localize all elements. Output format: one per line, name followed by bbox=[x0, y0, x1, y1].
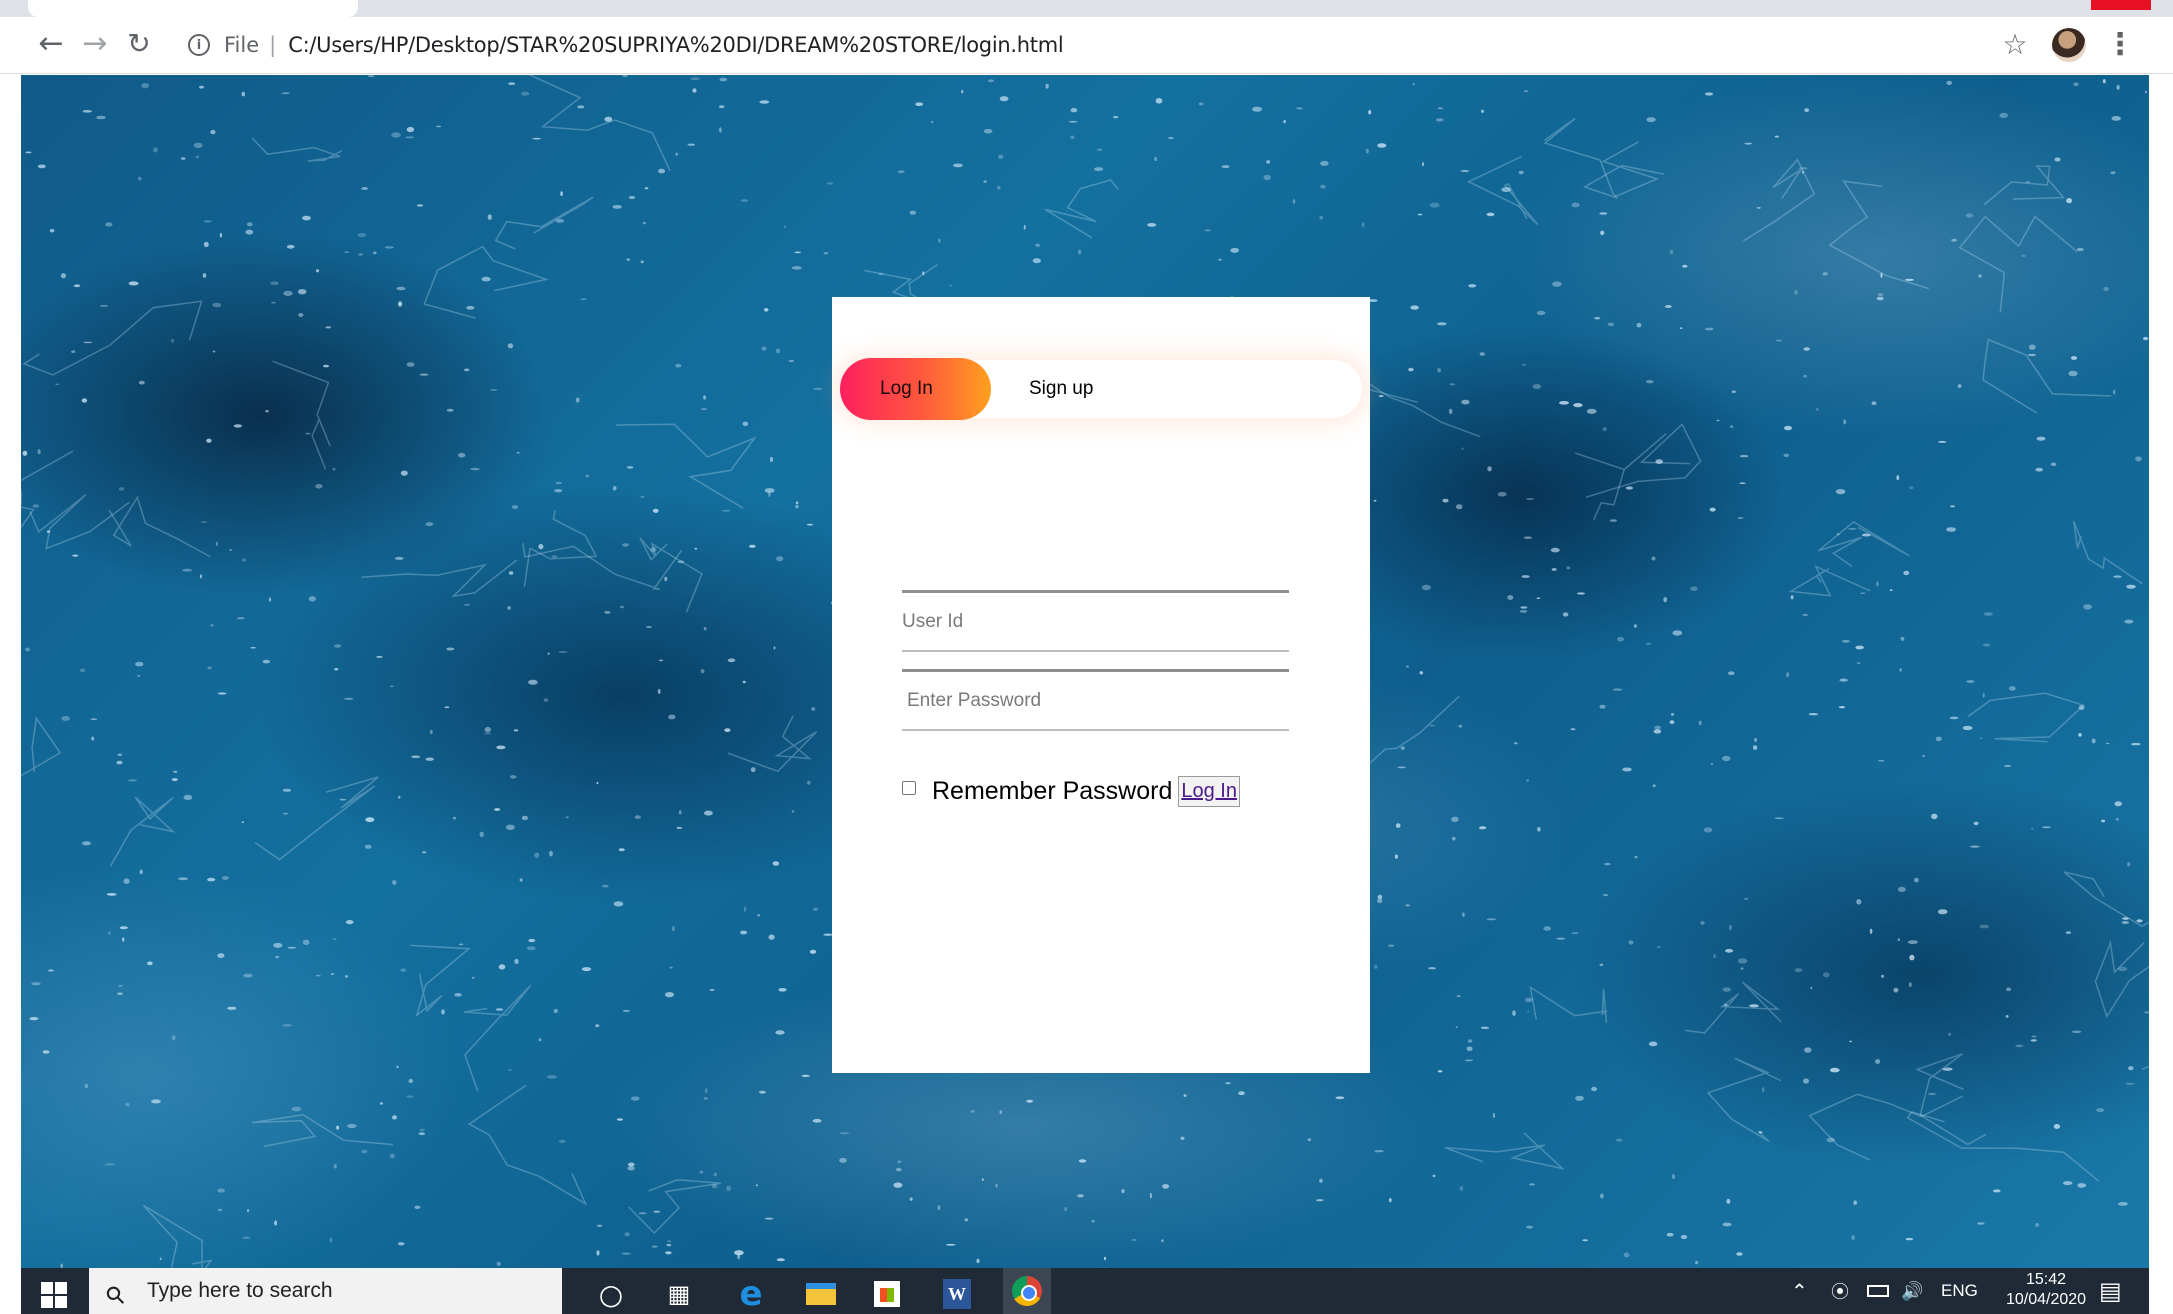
file-explorer-icon[interactable] bbox=[801, 1274, 841, 1314]
word-icon[interactable]: W bbox=[937, 1274, 977, 1314]
profile-avatar[interactable] bbox=[2052, 28, 2086, 62]
browser-menu-icon[interactable]: ⋮ bbox=[2105, 27, 2135, 62]
address-url[interactable]: C:/Users/HP/Desktop/STAR%20SUPRIYA%20DI/… bbox=[288, 33, 1063, 57]
remember-password-checkbox[interactable] bbox=[902, 781, 916, 795]
taskbar-clock[interactable]: 15:42 10/04/2020 bbox=[2006, 1270, 2086, 1314]
address-bar[interactable]: i File | C:/Users/HP/Desktop/STAR%20SUPR… bbox=[170, 24, 2050, 66]
window-close-button[interactable] bbox=[2091, 0, 2151, 10]
browser-tab-strip bbox=[0, 0, 2173, 17]
search-icon: ⚲ bbox=[99, 1279, 132, 1312]
battery-icon[interactable] bbox=[1867, 1268, 1889, 1314]
clock-time: 15:42 bbox=[2025, 1271, 2067, 1288]
address-scheme: File bbox=[224, 33, 260, 57]
cortana-icon[interactable]: ○ bbox=[591, 1274, 631, 1314]
address-separator: | bbox=[269, 33, 277, 57]
forward-icon[interactable]: → bbox=[78, 27, 112, 61]
reload-icon[interactable]: ↻ bbox=[122, 27, 156, 61]
remember-password-label: Remember Password bbox=[932, 776, 1173, 805]
windows-taskbar: ⚲ Type here to search ○ ▦ e W ⌃ ⦿ 🔊 ENG … bbox=[21, 1268, 2149, 1314]
show-hidden-icons-chevron-icon[interactable]: ⌃ bbox=[1791, 1268, 1808, 1314]
windows-start-icon[interactable] bbox=[41, 1282, 67, 1308]
login-submit-button[interactable]: Log In bbox=[1178, 775, 1240, 807]
page-background: Log In Sign up Remember Password Log In bbox=[21, 75, 2149, 1273]
volume-icon[interactable]: 🔊 bbox=[1901, 1268, 1923, 1314]
language-indicator[interactable]: ENG bbox=[1941, 1268, 1978, 1314]
user-id-input[interactable] bbox=[902, 590, 1289, 652]
wifi-icon[interactable]: ⦿ bbox=[1831, 1268, 1849, 1314]
password-input[interactable] bbox=[902, 669, 1289, 731]
notifications-icon[interactable]: ▤ bbox=[2099, 1268, 2122, 1314]
edge-icon[interactable]: e bbox=[731, 1274, 771, 1314]
login-signup-toggle: Log In Sign up bbox=[840, 358, 1362, 420]
login-card: Log In Sign up Remember Password Log In bbox=[832, 297, 1370, 1073]
clock-date: 10/04/2020 bbox=[2006, 1291, 2086, 1308]
browser-tab[interactable] bbox=[28, 0, 358, 17]
browser-toolbar: ← → ↻ i File | C:/Users/HP/Desktop/STAR%… bbox=[0, 17, 2173, 74]
info-icon[interactable]: i bbox=[188, 34, 210, 56]
back-icon[interactable]: ← bbox=[34, 27, 68, 61]
tab-login[interactable]: Log In bbox=[880, 360, 980, 418]
store-icon[interactable] bbox=[867, 1274, 907, 1314]
chrome-icon[interactable] bbox=[1003, 1268, 1051, 1314]
taskbar-search-box[interactable]: ⚲ Type here to search bbox=[89, 1268, 562, 1314]
tab-signup[interactable]: Sign up bbox=[1029, 360, 1149, 418]
remember-password-row: Remember Password Log In bbox=[902, 773, 1240, 809]
task-view-icon[interactable]: ▦ bbox=[659, 1274, 699, 1314]
taskbar-search-placeholder: Type here to search bbox=[147, 1279, 333, 1302]
bookmark-star-icon[interactable]: ☆ bbox=[1998, 27, 2032, 61]
